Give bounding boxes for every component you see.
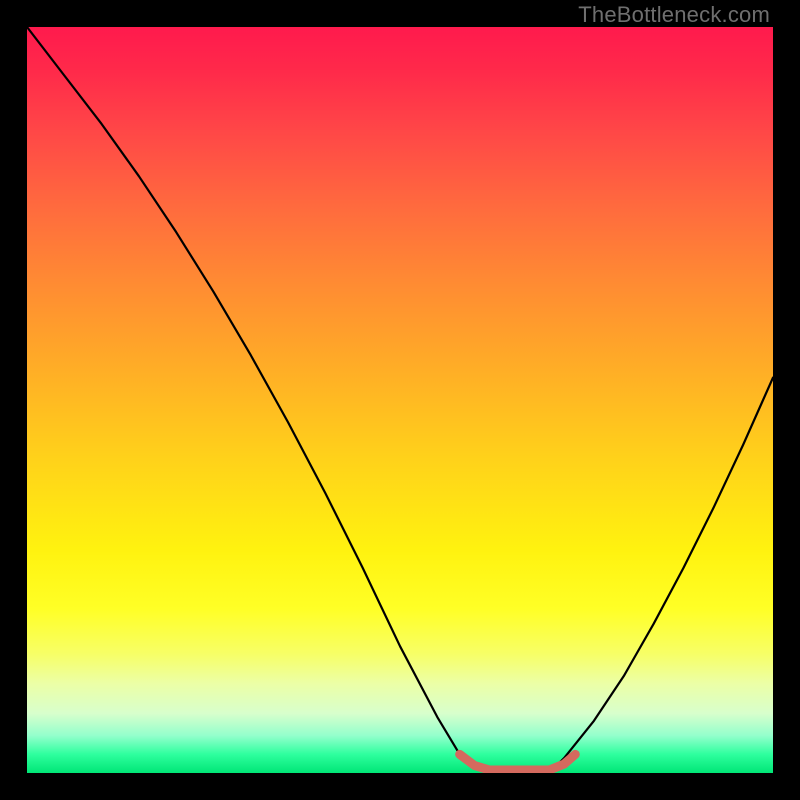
curve-svg [27, 27, 773, 773]
chart-frame: TheBottleneck.com [0, 0, 800, 800]
bottleneck-curve [27, 27, 773, 773]
watermark-text: TheBottleneck.com [578, 2, 770, 28]
optimal-zone-curve [460, 754, 576, 770]
plot-area [27, 27, 773, 773]
